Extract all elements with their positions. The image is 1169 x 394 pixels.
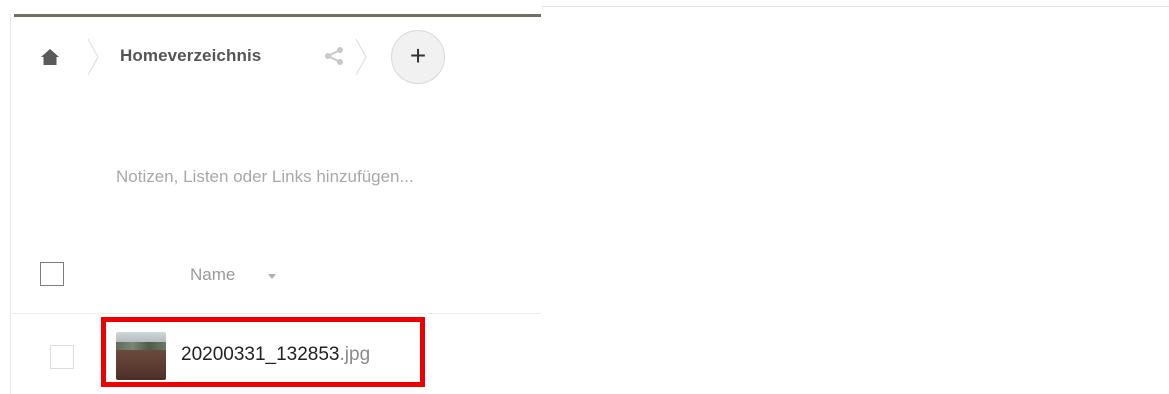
home-icon[interactable] xyxy=(40,47,60,67)
files-app: Homeverzeichnis + Notizen, Listen oder L… xyxy=(0,0,1169,394)
breadcrumb-folder-label[interactable]: Homeverzeichnis xyxy=(120,46,261,66)
add-new-button[interactable]: + xyxy=(391,30,445,84)
header-accent-bar xyxy=(14,14,541,17)
breadcrumb-separator-icon xyxy=(355,38,367,76)
files-panel: Homeverzeichnis + Notizen, Listen oder L… xyxy=(10,0,541,394)
plus-icon: + xyxy=(409,40,427,71)
row-select-checkbox[interactable] xyxy=(50,345,74,369)
table-row[interactable]: 20200331_132853.jpg xyxy=(10,314,541,394)
window-top-border xyxy=(541,6,1169,7)
share-icon[interactable] xyxy=(323,45,345,67)
photo-thumbnail[interactable] xyxy=(116,332,166,380)
file-name[interactable]: 20200331_132853.jpg xyxy=(181,344,370,366)
column-header-name[interactable]: Name xyxy=(190,265,235,285)
file-list-header: Name xyxy=(10,248,541,314)
file-basename: 20200331_132853 xyxy=(181,344,340,365)
sort-descending-icon[interactable] xyxy=(268,274,276,279)
file-extension: .jpg xyxy=(339,344,371,365)
notes-placeholder[interactable]: Notizen, Listen oder Links hinzufügen... xyxy=(116,167,414,187)
select-all-checkbox[interactable] xyxy=(40,262,64,286)
breadcrumb-separator-icon xyxy=(87,38,99,76)
breadcrumb: Homeverzeichnis + xyxy=(10,30,541,84)
